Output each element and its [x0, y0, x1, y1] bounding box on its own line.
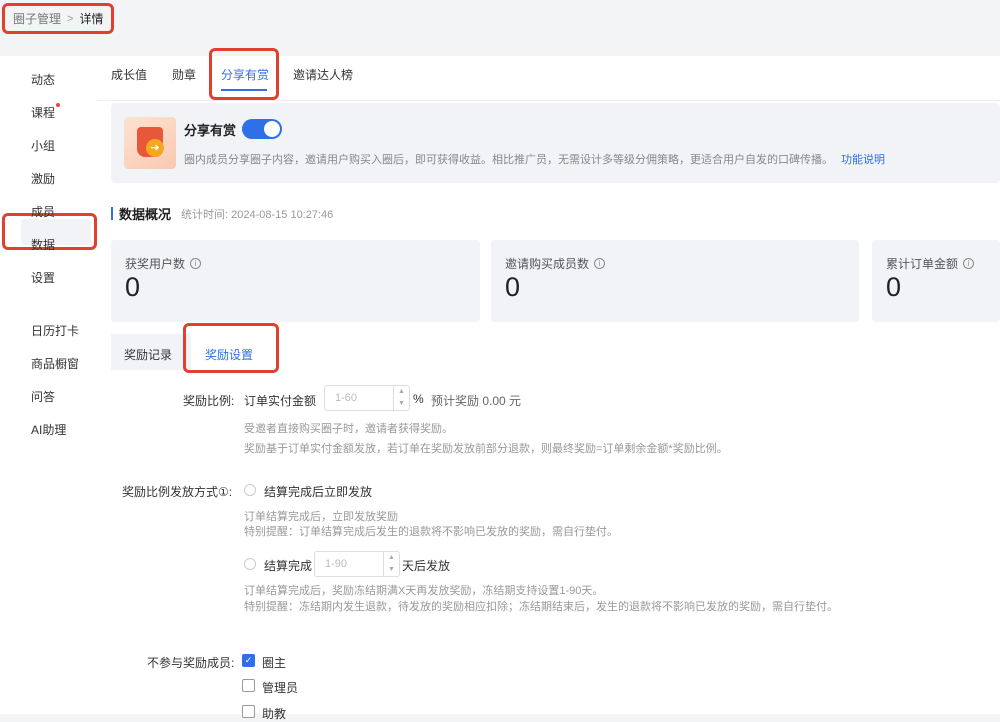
payout-immediate-hint: 特别提醒：订单结算完成后发生的退款将不影响已发放的奖励，需自行垫付。	[244, 526, 618, 538]
stat-value: 0	[886, 272, 902, 302]
feature-description: 圈内成员分享圈子内容，邀请用户购买入圈后，即可获得收益。相比推广员，无需设计多等…	[184, 151, 885, 167]
reward-ratio-hint: 奖励基于订单实付金额发放，若订单在奖励发放前部分退款，则最终奖励=订单剩余金额*…	[244, 443, 728, 455]
feature-toggle[interactable]	[242, 119, 282, 139]
sidebar-item-ai-assistant[interactable]: AI助理	[31, 421, 66, 438]
subtab-highlight	[183, 323, 279, 373]
stepper-down-icon[interactable]: ▼	[384, 564, 399, 576]
exclude-admin-checkbox[interactable]	[242, 679, 255, 692]
sidebar-item-qa[interactable]: 问答	[31, 388, 55, 405]
payout-days-stepper[interactable]: ▲ ▼	[383, 552, 399, 576]
breadcrumb-separator: >	[67, 12, 74, 25]
stat-label-text: 累计订单金额	[886, 257, 959, 271]
sidebar-item-courses[interactable]: 课程	[31, 103, 61, 121]
sidebar-item-calendar-checkin[interactable]: 日历打卡	[31, 322, 79, 339]
stat-card-total-order-amount: 累计订单金额 i 0	[872, 240, 1000, 322]
stat-label-text: 获奖用户数	[125, 257, 186, 271]
info-icon[interactable]: i	[594, 258, 606, 269]
share-arrow-icon: ➜	[146, 139, 164, 157]
stepper-up-icon[interactable]: ▲	[384, 552, 399, 564]
stat-label-text: 邀请购买成员数	[505, 257, 590, 271]
reward-ratio-input[interactable]: 1-60 ▲ ▼	[324, 385, 410, 411]
share-reward-icon: ➜	[124, 117, 176, 169]
tab-bar: 成长值 勋章 分享有赏 邀请达人榜	[97, 48, 1000, 101]
stat-value: 0	[125, 272, 141, 302]
tab-badges[interactable]: 勋章	[172, 66, 196, 83]
sidebar-item-data[interactable]: 数据	[31, 236, 55, 253]
sidebar: 动态 课程 小组 激励 成员 数据 设置 日历打卡 商品橱窗 问答 AI助理	[0, 56, 97, 714]
overview-header: 数据概况 统计时间: 2024-08-15 10:27:46	[111, 204, 333, 223]
payout-delayed-prefix[interactable]: 结算完成	[264, 557, 312, 574]
sidebar-item-settings[interactable]: 设置	[31, 269, 55, 286]
breadcrumb-current: 详情	[79, 12, 104, 26]
exclude-owner-checkbox[interactable]: ✓	[242, 654, 255, 667]
reward-ratio-placeholder: 1-60	[335, 392, 358, 404]
breadcrumb: 圈子管理 > 详情	[2, 3, 115, 34]
payout-method-label: 奖励比例发放方式①:	[122, 485, 233, 499]
sidebar-item-groups[interactable]: 小组	[31, 137, 55, 154]
exclude-owner-label[interactable]: 圈主	[262, 654, 286, 671]
info-icon[interactable]: i	[190, 258, 202, 269]
payout-delayed-suffix: 天后发放	[402, 559, 451, 573]
main-content: 成长值 勋章 分享有赏 邀请达人榜 ➜ 分享有赏 圈内成员分享圈子内容，邀请用户…	[97, 48, 1000, 721]
overview-title: 数据概况	[119, 207, 172, 222]
reward-estimate: 预计奖励 0.00 元	[431, 394, 522, 408]
stat-card-invited-buyers: 邀请购买成员数 i 0	[491, 240, 859, 322]
sidebar-item-incentive[interactable]: 激励	[31, 170, 55, 187]
tab-growth-value[interactable]: 成长值	[111, 66, 147, 83]
feature-title: 分享有赏	[184, 123, 237, 138]
feature-help-link[interactable]: 功能说明	[841, 154, 885, 166]
stepper-up-icon[interactable]: ▲	[394, 386, 409, 398]
reward-ratio-prefix: 订单实付金额	[244, 394, 317, 408]
stat-label: 邀请购买成员数 i	[505, 255, 606, 272]
stepper-down-icon[interactable]: ▼	[394, 398, 409, 410]
exclude-assistant-checkbox[interactable]	[242, 705, 255, 718]
notification-dot	[56, 103, 61, 107]
feature-description-text: 圈内成员分享圈子内容，邀请用户购买入圈后，即可获得收益。相比推广员，无需设计多等…	[184, 154, 833, 166]
reward-ratio-hint: 受邀者直接购买圈子时，邀请者获得奖励。	[244, 423, 453, 435]
payout-immediate-label[interactable]: 结算完成后立即发放	[264, 483, 372, 500]
reward-ratio-label: 奖励比例:	[183, 394, 235, 408]
stat-card-awarded-users: 获奖用户数 i 0	[111, 240, 480, 322]
sidebar-item-product-showcase[interactable]: 商品橱窗	[31, 355, 79, 372]
feature-card: ➜ 分享有赏 圈内成员分享圈子内容，邀请用户购买入圈后，即可获得收益。相比推广员…	[111, 103, 1000, 183]
payout-days-input[interactable]: 1-90 ▲ ▼	[314, 551, 400, 577]
overview-timestamp: 统计时间: 2024-08-15 10:27:46	[181, 208, 334, 221]
reward-ratio-unit: %	[413, 392, 424, 406]
top-bar: 圈子管理 > 详情	[0, 0, 1000, 36]
sidebar-item-label: 课程	[31, 106, 56, 120]
payout-delayed-hint: 特别提醒：冻结期内发生退款，待发放的奖励相应扣除；冻结期结束后，发生的退款将不影…	[244, 601, 838, 613]
sidebar-item-members[interactable]: 成员	[31, 203, 55, 220]
stat-label: 获奖用户数 i	[125, 255, 202, 272]
payout-delayed-hint: 订单结算完成后，奖励冻结期满X天再发放奖励，冻结期支持设置1-90天。	[244, 585, 604, 597]
stat-value: 0	[505, 272, 521, 302]
exclude-admin-label[interactable]: 管理员	[262, 679, 298, 696]
toggle-knob	[264, 121, 280, 137]
payout-immediate-radio[interactable]	[244, 484, 256, 496]
payout-delayed-radio[interactable]	[244, 558, 256, 570]
sidebar-item-dynamics[interactable]: 动态	[31, 71, 55, 88]
payout-immediate-hint: 订单结算完成后，立即发放奖励	[244, 511, 398, 523]
subtab-reward-records[interactable]: 奖励记录	[124, 346, 172, 363]
info-icon[interactable]: i	[963, 258, 975, 269]
reward-ratio-stepper[interactable]: ▲ ▼	[393, 386, 409, 410]
tab-invite-leaderboard[interactable]: 邀请达人榜	[293, 66, 353, 83]
tab-highlight	[209, 48, 279, 100]
payout-days-placeholder: 1-90	[325, 558, 348, 570]
breadcrumb-parent-link[interactable]: 圈子管理	[13, 10, 61, 27]
stat-label: 累计订单金额 i	[886, 255, 975, 272]
excluded-members-label: 不参与奖励成员:	[147, 656, 235, 670]
section-accent-bar	[111, 207, 113, 220]
